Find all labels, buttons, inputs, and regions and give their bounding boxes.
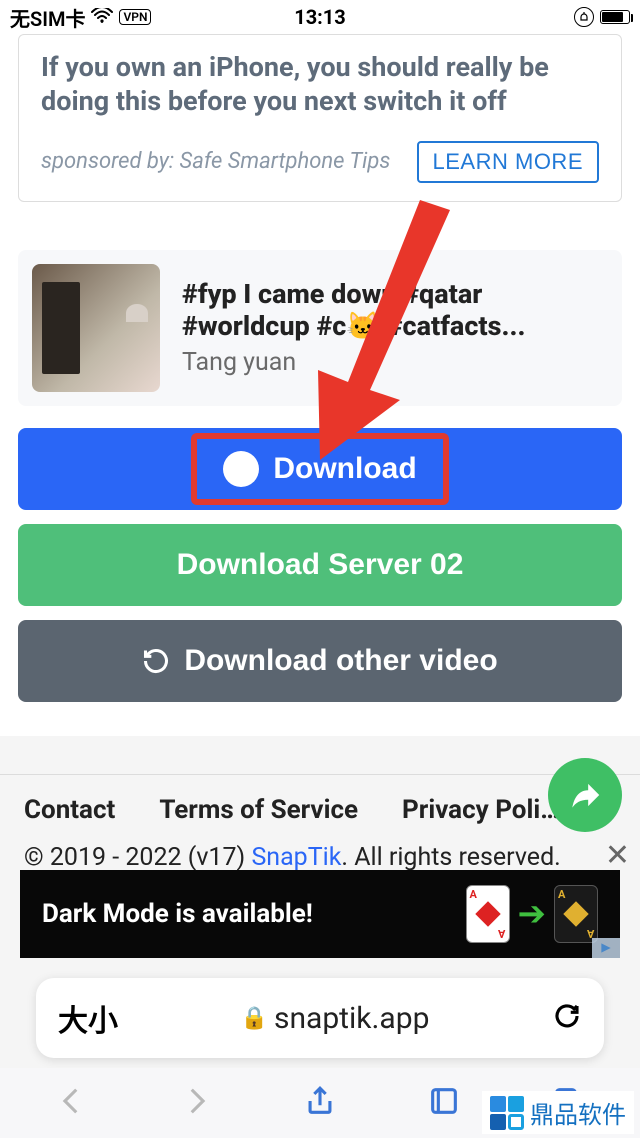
footer-link-privacy[interactable]: Privacy Poli… xyxy=(402,795,559,825)
brand-link[interactable]: SnapTik xyxy=(251,843,341,872)
footer-link-contact[interactable]: Contact xyxy=(24,795,115,825)
watermark-text: 鼎品软件 xyxy=(530,1095,626,1130)
share-button[interactable] xyxy=(303,1084,337,1122)
dark-mode-ad-banner[interactable]: Dark Mode is available! AA ➔ AA xyxy=(20,870,620,958)
footer-link-terms[interactable]: Terms of Service xyxy=(159,795,358,825)
wifi-icon xyxy=(91,5,113,29)
clock: 13:13 xyxy=(294,5,346,29)
download-server-02-button[interactable]: Download Server 02 xyxy=(18,524,622,606)
video-title: #fyp I came down #qatar #worldcup #c🐱 #c… xyxy=(182,278,608,343)
lock-icon: 🔒 xyxy=(241,1006,268,1031)
download-other-video-button[interactable]: Download other video xyxy=(18,620,622,702)
learn-more-button[interactable]: LEARN MORE xyxy=(417,141,599,183)
ad-headline: If you own an iPhone, you should really … xyxy=(41,51,599,119)
download-button-label: Download xyxy=(273,452,416,486)
back-button[interactable] xyxy=(55,1084,89,1122)
sponsored-ad-card[interactable]: If you own an iPhone, you should really … xyxy=(18,34,622,202)
footer-separator xyxy=(0,774,640,775)
orientation-lock-icon xyxy=(574,7,594,27)
adchoices-icon[interactable] xyxy=(592,938,620,958)
reload-button[interactable] xyxy=(552,1001,582,1035)
footer-links: Contact Terms of Service Privacy Poli… xyxy=(0,795,640,825)
close-ad-button[interactable]: ✕ xyxy=(605,838,630,873)
card-illustration: AA ➔ AA xyxy=(466,885,599,943)
video-result-card: #fyp I came down #qatar #worldcup #c🐱 #c… xyxy=(18,250,622,406)
carrier-text: 无SIM卡 xyxy=(10,3,85,32)
share-arrow-icon xyxy=(566,776,604,814)
share-fab[interactable] xyxy=(548,758,622,832)
copyright-text: © 2019 - 2022 (v17) SnapTik. All rights … xyxy=(0,825,640,872)
dark-mode-text: Dark Mode is available! xyxy=(42,899,313,929)
watermark: 鼎品软件 xyxy=(482,1091,634,1134)
watermark-logo-icon xyxy=(490,1096,524,1130)
vpn-badge: VPN xyxy=(119,9,151,25)
download-icon xyxy=(223,451,259,487)
arrow-right-icon: ➔ xyxy=(518,894,547,934)
status-bar: 无SIM卡 VPN 13:13 xyxy=(0,0,640,34)
refresh-icon xyxy=(142,647,170,675)
text-size-button[interactable]: 大小 xyxy=(58,996,118,1040)
browser-address-bar[interactable]: 大小 🔒 snaptik.app xyxy=(36,978,604,1058)
bookmarks-button[interactable] xyxy=(427,1084,461,1122)
video-thumbnail xyxy=(32,264,160,392)
ad-sponsor-text: sponsored by: Safe Smartphone Tips xyxy=(41,149,390,174)
download-button[interactable]: Download xyxy=(18,428,622,510)
url-text: snaptik.app xyxy=(274,1001,429,1036)
video-author: Tang yuan xyxy=(182,348,608,377)
battery-icon xyxy=(600,10,630,24)
forward-button[interactable] xyxy=(179,1084,213,1122)
